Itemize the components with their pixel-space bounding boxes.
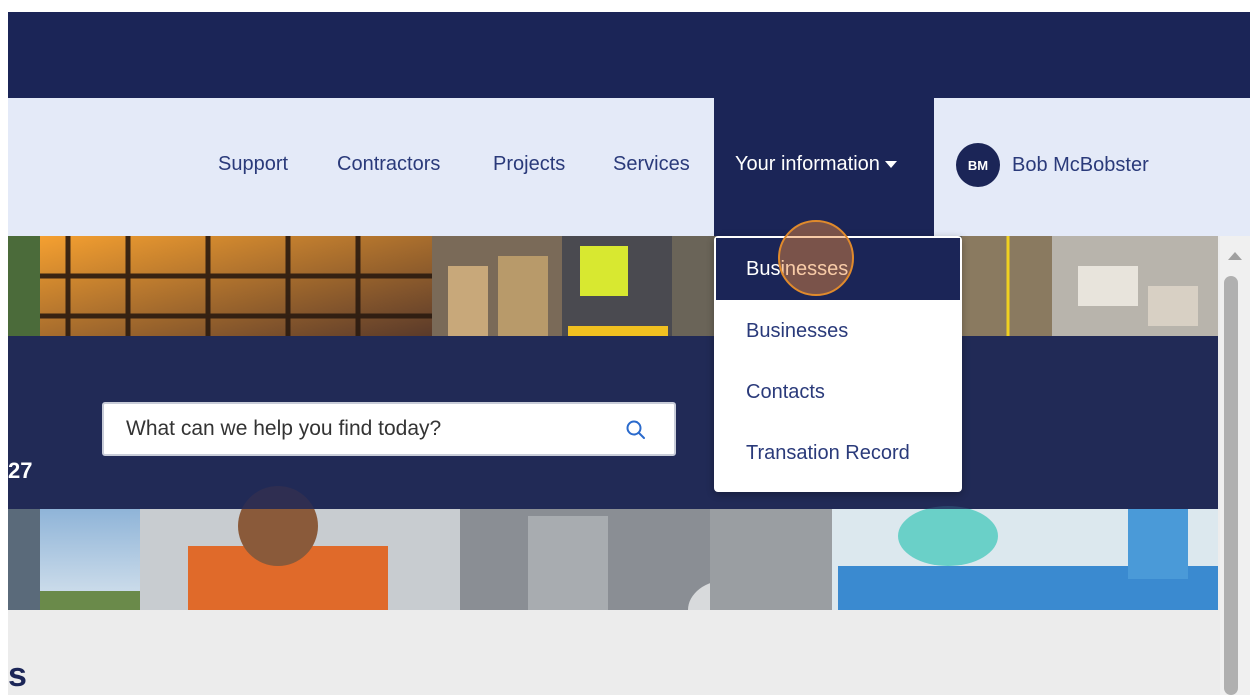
nav-support[interactable]: Support <box>218 153 288 176</box>
nav-contractors[interactable]: Contractors <box>337 153 440 176</box>
top-banner <box>8 12 1250 98</box>
scroll-thumb[interactable] <box>1224 276 1238 695</box>
search-input[interactable] <box>126 414 596 444</box>
scroll-up-arrow-icon[interactable] <box>1228 252 1242 260</box>
search-icon[interactable] <box>624 418 648 442</box>
user-menu[interactable]: BM Bob McBobster <box>956 142 1149 188</box>
avatar: BM <box>956 143 1000 187</box>
search-box <box>102 402 676 456</box>
app-frame: Support Contractors Projects Services Yo… <box>8 12 1250 695</box>
section-heading-partial: s <box>8 656 27 694</box>
caret-down-icon <box>884 161 897 169</box>
hero-banner: 27 <box>8 236 1218 610</box>
nav-your-information[interactable]: Your information <box>714 98 934 236</box>
nav-your-information-label: Your information <box>735 153 880 175</box>
main-navigation: Support Contractors Projects Services Yo… <box>8 98 1250 236</box>
dropdown-item-businesses[interactable]: Businesses <box>716 300 960 362</box>
nav-services[interactable]: Services <box>613 153 690 176</box>
nav-projects[interactable]: Projects <box>493 153 565 176</box>
click-indicator <box>778 220 854 296</box>
dropdown-item-transaction-record[interactable]: Transation Record <box>716 422 960 484</box>
dropdown-item-contacts[interactable]: Contacts <box>716 361 960 423</box>
user-name: Bob McBobster <box>1012 153 1149 176</box>
hero-partial-text: 27 <box>8 458 33 483</box>
page-scrollbar[interactable] <box>1220 236 1250 695</box>
